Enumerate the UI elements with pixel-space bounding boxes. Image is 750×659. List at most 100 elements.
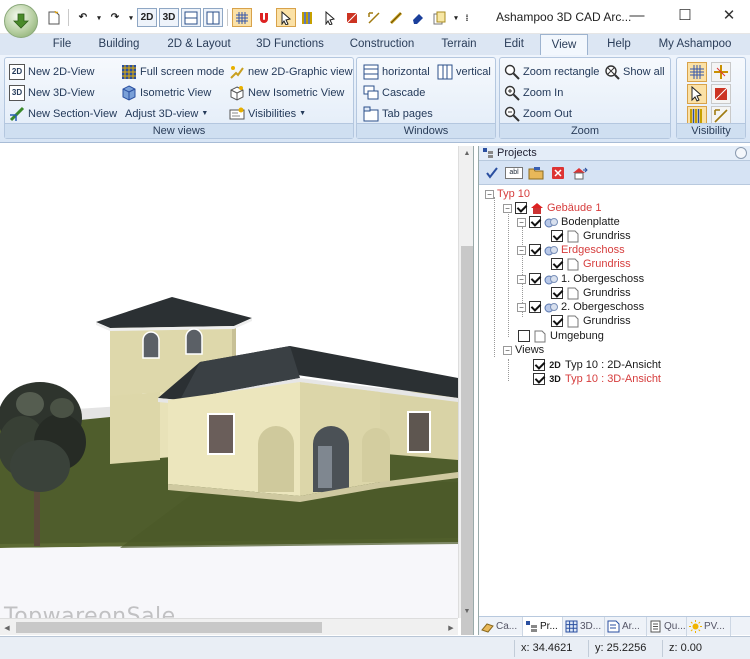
visibility-checkbox[interactable] bbox=[533, 373, 545, 385]
tab-edit[interactable]: Edit bbox=[496, 34, 532, 55]
visibility-checkbox[interactable] bbox=[551, 258, 563, 270]
collapse-icon[interactable]: − bbox=[517, 302, 526, 312]
redo-dropdown-icon[interactable]: ▾ bbox=[127, 8, 135, 27]
zoom-out-button[interactable]: Zoom Out bbox=[504, 104, 572, 123]
eraser-icon[interactable] bbox=[408, 8, 428, 27]
visibility-checkbox[interactable] bbox=[529, 273, 541, 285]
horizontal-button[interactable]: horizontal bbox=[363, 62, 430, 81]
maximize-button[interactable]: ☐ bbox=[662, 0, 708, 30]
visibility-checkbox[interactable] bbox=[518, 330, 530, 342]
panel-tab-catalog[interactable]: Ca... bbox=[479, 617, 523, 636]
scroll-up-icon[interactable]: ▲ bbox=[459, 146, 473, 160]
tab-construction[interactable]: Construction bbox=[344, 34, 420, 55]
tree-node-grundriss[interactable]: Grundriss bbox=[551, 229, 631, 243]
panel-tab-3d[interactable]: 3D... bbox=[563, 617, 605, 636]
tab-file[interactable]: File bbox=[44, 34, 80, 55]
visibility-checkbox[interactable] bbox=[551, 287, 563, 299]
pointer-icon[interactable] bbox=[320, 8, 340, 27]
tab-pages-button[interactable]: Tab pages bbox=[363, 104, 433, 123]
split-horizontal-icon[interactable] bbox=[181, 8, 201, 27]
view-2d-button[interactable]: 2D bbox=[137, 8, 157, 27]
tree-node-views[interactable]: − Views bbox=[503, 343, 544, 357]
hatch-visibility-icon[interactable] bbox=[711, 84, 731, 104]
collapse-icon[interactable]: − bbox=[517, 217, 526, 227]
close-button[interactable]: ✕ bbox=[706, 0, 750, 30]
scroll-right-icon[interactable]: ▶ bbox=[444, 619, 458, 635]
visibility-checkbox[interactable] bbox=[551, 230, 563, 242]
3d-viewport[interactable]: TopwareonSale ▲ ▼ ◀ ▶ bbox=[0, 146, 474, 635]
visibility-checkbox[interactable] bbox=[529, 216, 541, 228]
scroll-down-icon[interactable]: ▼ bbox=[459, 604, 473, 618]
tree-node-gebaeude[interactable]: − Gebäude 1 bbox=[503, 201, 601, 215]
tree-node-3d-view[interactable]: 3D Typ 10 : 3D-Ansicht bbox=[533, 372, 661, 386]
copy-dropdown-icon[interactable]: ▾ bbox=[452, 8, 460, 27]
tree-node-umgebung[interactable]: Umgebung bbox=[518, 329, 604, 343]
tree-node-obergeschoss-2[interactable]: − 2. Obergeschoss bbox=[517, 300, 644, 314]
tab-my-ashampoo[interactable]: My Ashampoo bbox=[654, 34, 736, 55]
checkmark-icon[interactable] bbox=[483, 164, 501, 182]
axis-visibility-icon[interactable] bbox=[711, 62, 731, 82]
view-3d-button[interactable]: 3D bbox=[159, 8, 179, 27]
new-isometric-view-button[interactable]: New Isometric View bbox=[229, 83, 344, 102]
tree-node-obergeschoss-1[interactable]: − 1. Obergeschoss bbox=[517, 272, 644, 286]
pin-icon[interactable] bbox=[735, 147, 747, 159]
undo-icon[interactable]: ↶ bbox=[73, 8, 93, 27]
full-screen-mode-button[interactable]: Full screen mode bbox=[121, 62, 224, 81]
folder-icon[interactable] bbox=[527, 164, 545, 182]
app-menu-button[interactable] bbox=[4, 4, 38, 38]
visibility-checkbox[interactable] bbox=[551, 315, 563, 327]
visibility-checkbox[interactable] bbox=[533, 359, 545, 371]
visibilities-button[interactable]: Visibilities ▼ bbox=[229, 104, 306, 123]
tree-node-grundriss[interactable]: Grundriss bbox=[551, 286, 631, 300]
new-section-view-button[interactable]: New Section-View bbox=[9, 104, 117, 123]
panel-tab-architecture[interactable]: Ar... bbox=[605, 617, 647, 636]
rename-icon[interactable]: abl bbox=[505, 166, 523, 179]
tab-building[interactable]: Building bbox=[92, 34, 146, 55]
visibility-checkbox[interactable] bbox=[529, 244, 541, 256]
tree-node-erdgeschoss[interactable]: − Erdgeschoss bbox=[517, 243, 625, 257]
tab-view[interactable]: View bbox=[540, 34, 588, 56]
grid-icon[interactable] bbox=[232, 8, 252, 27]
delete-icon[interactable] bbox=[549, 164, 567, 182]
undo-dropdown-icon[interactable]: ▾ bbox=[95, 8, 103, 27]
cursor-visibility-icon[interactable] bbox=[687, 84, 707, 104]
panel-tab-pv[interactable]: PV... bbox=[687, 617, 731, 636]
new-file-icon[interactable] bbox=[44, 8, 64, 27]
tree-node-grundriss[interactable]: Grundriss bbox=[551, 257, 631, 271]
collapse-icon[interactable]: − bbox=[517, 274, 526, 284]
panel-tab-projects[interactable]: Pr... bbox=[523, 617, 563, 636]
minimize-button[interactable]: — bbox=[614, 0, 660, 30]
visibility-checkbox[interactable] bbox=[515, 202, 527, 214]
tree-node-grundriss[interactable]: Grundriss bbox=[551, 314, 631, 328]
tab-terrain[interactable]: Terrain bbox=[432, 34, 486, 55]
scroll-thumb[interactable] bbox=[16, 622, 322, 633]
measure-icon[interactable] bbox=[386, 8, 406, 27]
scroll-left-icon[interactable]: ◀ bbox=[0, 619, 14, 635]
split-vertical-icon[interactable] bbox=[203, 8, 223, 27]
tab-help[interactable]: Help bbox=[598, 34, 640, 55]
new-3d-view-button[interactable]: 3D New 3D-View bbox=[9, 83, 94, 102]
qat-customize-icon[interactable]: ⁞ bbox=[462, 8, 472, 27]
ortho-icon[interactable] bbox=[298, 8, 318, 27]
panel-tab-quantities[interactable]: Qu... bbox=[647, 617, 687, 636]
new-2d-view-button[interactable]: 2D New 2D-View bbox=[9, 62, 94, 81]
zoom-rectangle-button[interactable]: Zoom rectangle bbox=[504, 62, 599, 81]
cursor-snap-icon[interactable] bbox=[276, 8, 296, 27]
collapse-icon[interactable]: − bbox=[485, 189, 494, 199]
visibility-checkbox[interactable] bbox=[529, 301, 541, 313]
vertical-button[interactable]: vertical bbox=[437, 62, 491, 81]
viewport-vertical-scrollbar[interactable]: ▲ ▼ bbox=[458, 146, 473, 635]
adjust-3d-view-button[interactable]: Adjust 3D-view ▼ bbox=[125, 104, 208, 123]
isometric-view-button[interactable]: Isometric View bbox=[121, 83, 211, 102]
select-red-icon[interactable] bbox=[342, 8, 362, 27]
tree-node-2d-view[interactable]: 2D Typ 10 : 2D-Ansicht bbox=[533, 358, 661, 372]
collapse-icon[interactable]: − bbox=[517, 245, 526, 255]
house-export-icon[interactable] bbox=[571, 164, 589, 182]
tab-3d-functions[interactable]: 3D Functions bbox=[250, 34, 330, 55]
scroll-thumb[interactable] bbox=[461, 246, 473, 635]
collapse-icon[interactable]: − bbox=[503, 345, 512, 355]
tab-2d-layout[interactable]: 2D & Layout bbox=[160, 34, 238, 55]
magnet-icon[interactable] bbox=[254, 8, 274, 27]
copy-icon[interactable] bbox=[430, 8, 450, 27]
tree-node-bodenplatte[interactable]: − Bodenplatte bbox=[517, 215, 620, 229]
